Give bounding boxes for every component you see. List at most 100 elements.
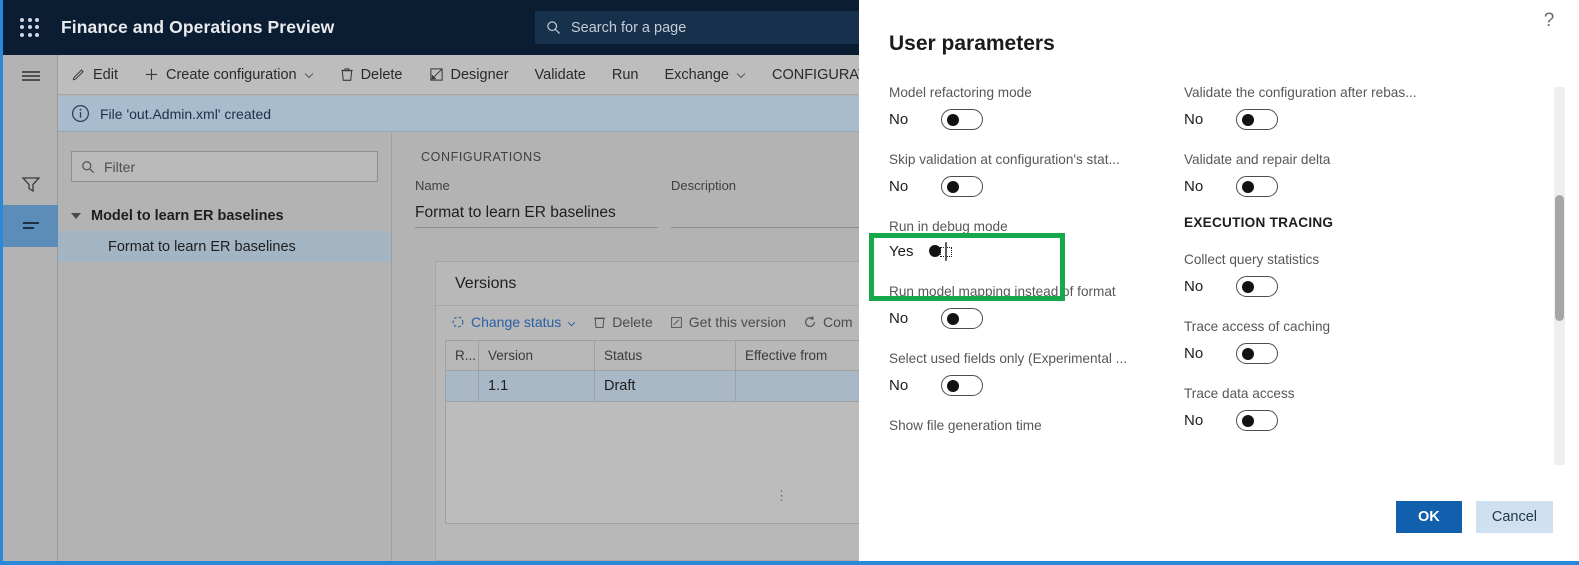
toggle-model-refactoring-mode[interactable] bbox=[941, 109, 983, 130]
compare-button[interactable]: Com bbox=[803, 314, 853, 330]
toggle-knob bbox=[1242, 347, 1254, 360]
toggle-validate-and-repair-delta[interactable] bbox=[1236, 176, 1278, 197]
versions-delete-button[interactable]: Delete bbox=[593, 314, 653, 330]
toolbar-designer-label: Designer bbox=[450, 66, 509, 83]
app-launcher-icon[interactable] bbox=[17, 15, 43, 41]
global-search-placeholder: Search for a page bbox=[571, 19, 687, 36]
toggle-knob bbox=[929, 245, 941, 257]
toggle-focus-ring bbox=[929, 241, 952, 261]
change-status-button[interactable]: Change status bbox=[451, 314, 576, 330]
toolbar-create-configuration-button[interactable]: Create configuration bbox=[131, 55, 327, 95]
dialog-body: Model refactoring mode No Skip validatio… bbox=[859, 85, 1579, 475]
cell-status: Draft bbox=[594, 371, 735, 402]
param-label: Run model mapping instead of format bbox=[889, 284, 1116, 299]
toolbar-validate-button[interactable]: Validate bbox=[522, 55, 599, 95]
tree-item-format-label: Format to learn ER baselines bbox=[108, 238, 296, 255]
column-header-r[interactable]: R... bbox=[445, 340, 478, 371]
param-label: Trace data access bbox=[1184, 386, 1295, 401]
tree-item-model[interactable]: Model to learn ER baselines bbox=[58, 200, 391, 231]
param-value: No bbox=[1184, 111, 1204, 128]
compare-label: Com bbox=[823, 314, 853, 330]
pencil-icon bbox=[71, 67, 86, 82]
param-label: Model refactoring mode bbox=[889, 85, 1032, 100]
toolbar-designer-button[interactable]: Designer bbox=[416, 55, 522, 95]
designer-icon bbox=[429, 67, 444, 82]
column-header-version[interactable]: Version bbox=[478, 340, 594, 371]
column-header-status[interactable]: Status bbox=[594, 340, 735, 371]
get-this-version-button[interactable]: Get this version bbox=[670, 314, 786, 330]
toolbar-run-button[interactable]: Run bbox=[599, 55, 652, 95]
expand-triangle-icon[interactable] bbox=[71, 212, 81, 219]
change-status-label: Change status bbox=[471, 314, 562, 330]
toggle-knob bbox=[1242, 180, 1254, 193]
description-field-value bbox=[671, 204, 859, 228]
tree-view: Model to learn ER baselines Format to le… bbox=[58, 200, 391, 262]
pane-splitter-handle[interactable]: ⋮ bbox=[775, 483, 788, 509]
table-row[interactable]: 1.1 Draft bbox=[445, 371, 859, 402]
chevron-down-icon bbox=[567, 314, 576, 330]
toolbar-configurations-label: CONFIGURAT bbox=[771, 66, 859, 83]
ok-button[interactable]: OK bbox=[1395, 501, 1462, 533]
cell-effective-from bbox=[735, 371, 859, 402]
toggle-trace-data-access[interactable] bbox=[1236, 410, 1278, 431]
message-bar-text: File 'out.Admin.xml' created bbox=[100, 105, 272, 122]
toggle-run-model-mapping[interactable] bbox=[941, 308, 983, 329]
toggle-run-in-debug-mode[interactable] bbox=[929, 241, 947, 261]
refresh-icon bbox=[451, 315, 465, 329]
param-label: Trace access of caching bbox=[1184, 319, 1331, 334]
versions-grid-header: R... Version Status Effective from bbox=[445, 340, 859, 371]
description-field[interactable]: Description bbox=[671, 178, 859, 228]
dialog-title: User parameters bbox=[889, 32, 1055, 55]
toggle-validate-after-rebase[interactable] bbox=[1236, 109, 1278, 130]
configuration-details-pane: CONFIGURATIONS Name Format to learn ER b… bbox=[393, 133, 859, 561]
param-label: Select used fields only (Experimental ..… bbox=[889, 351, 1128, 366]
toggle-collect-query-statistics[interactable] bbox=[1236, 276, 1278, 297]
dialog-scrollbar[interactable] bbox=[1554, 87, 1565, 465]
param-label: Show file generation time bbox=[889, 418, 1042, 433]
column-header-effective-from[interactable]: Effective from bbox=[735, 340, 859, 371]
help-icon[interactable]: ? bbox=[1537, 9, 1561, 33]
param-label: Run in debug mode bbox=[889, 219, 1008, 234]
param-run-in-debug-mode: Run in debug mode Yes bbox=[889, 219, 1189, 261]
param-validate-after-rebase: Validate the configuration after rebas..… bbox=[1184, 85, 1474, 130]
dialog-scrollbar-thumb[interactable] bbox=[1555, 195, 1564, 321]
param-value: No bbox=[1184, 278, 1204, 295]
param-value: No bbox=[889, 377, 909, 394]
toolbar-configurations-tab[interactable]: CONFIGURAT bbox=[759, 55, 859, 95]
toolbar-exchange-button[interactable]: Exchange bbox=[651, 55, 759, 95]
toolbar-delete-button[interactable]: Delete bbox=[327, 55, 416, 95]
param-value: No bbox=[1184, 345, 1204, 362]
toggle-select-used-fields-only[interactable] bbox=[941, 375, 983, 396]
tree-item-format[interactable]: Format to learn ER baselines bbox=[58, 231, 391, 262]
versions-delete-label: Delete bbox=[612, 314, 653, 330]
versions-title: Versions bbox=[436, 262, 859, 306]
param-trace-access-of-caching: Trace access of caching No bbox=[1184, 319, 1474, 364]
sidebar-item-list[interactable] bbox=[3, 205, 58, 247]
name-field[interactable]: Name Format to learn ER baselines bbox=[415, 178, 658, 228]
param-value: No bbox=[889, 111, 909, 128]
param-skip-validation: Skip validation at configuration's stat.… bbox=[889, 152, 1189, 197]
background-application: Finance and Operations Preview Search fo… bbox=[3, 0, 859, 561]
screen-root: Finance and Operations Preview Search fo… bbox=[0, 0, 1579, 565]
global-search-box[interactable]: Search for a page bbox=[535, 11, 859, 44]
toggle-knob bbox=[1242, 280, 1254, 293]
cancel-button[interactable]: Cancel bbox=[1475, 501, 1553, 533]
filter-input[interactable]: Filter bbox=[71, 151, 378, 182]
toolbar-edit-button[interactable]: Edit bbox=[58, 55, 131, 95]
configurations-tree-pane: Filter Model to learn ER baselines Forma… bbox=[58, 133, 392, 561]
hamburger-icon[interactable] bbox=[3, 55, 58, 97]
param-value: No bbox=[1184, 412, 1204, 429]
tree-item-model-label: Model to learn ER baselines bbox=[91, 207, 284, 224]
section-caption: CONFIGURATIONS bbox=[421, 150, 542, 164]
action-toolbar: Edit Create configuration Delete Designe… bbox=[58, 55, 859, 95]
filter-icon[interactable] bbox=[3, 163, 58, 205]
name-field-value: Format to learn ER baselines bbox=[415, 204, 658, 228]
param-label: Validate the configuration after rebas..… bbox=[1184, 85, 1417, 100]
toggle-skip-validation[interactable] bbox=[941, 176, 983, 197]
sync-icon bbox=[803, 315, 817, 329]
page-title: Finance and Operations Preview bbox=[61, 17, 335, 37]
dialog-right-column: Validate the configuration after rebas..… bbox=[1184, 85, 1474, 453]
chevron-down-icon bbox=[304, 67, 314, 83]
toggle-trace-access-of-caching[interactable] bbox=[1236, 343, 1278, 364]
toggle-knob bbox=[1242, 414, 1254, 427]
